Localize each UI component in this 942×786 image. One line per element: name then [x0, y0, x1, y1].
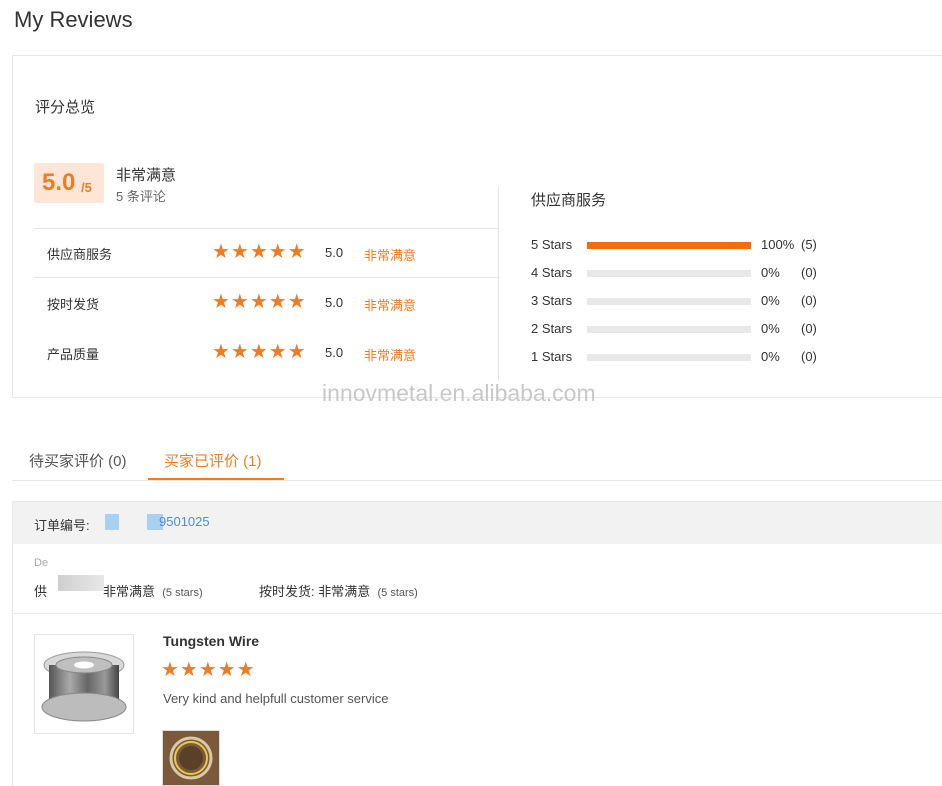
distribution-bar [587, 326, 751, 333]
order-number-link[interactable]: 9501025 [105, 514, 212, 530]
distribution-title: 供应商服务 [531, 192, 607, 209]
order-review-card: 订单编号: 9501025 De 供 非常满意 (5 stars) 按时发货: 非… [12, 501, 942, 786]
star-icon: ★★★★★ [212, 341, 307, 363]
shipping-rating: 按时发货: 非常满意 (5 stars) [259, 581, 418, 600]
distribution-percent: 0% [761, 265, 780, 280]
overall-score-label: 非常满意 [116, 167, 177, 184]
shipping-label: 按时发货: [259, 584, 315, 599]
distribution-row: 5 Stars 100% (5) [531, 236, 831, 254]
rating-score: 5.0 [325, 295, 344, 310]
distribution-percent: 0% [761, 321, 780, 336]
distribution-row: 2 Stars 0% (0) [531, 320, 831, 338]
distribution-count: (5) [801, 237, 817, 252]
distribution-row: 3 Stars 0% (0) [531, 292, 831, 310]
overall-score: 5.0 [42, 169, 76, 196]
overall-score-denominator: /5 [81, 180, 92, 195]
star-icon: ★★★★★ [212, 291, 307, 313]
distribution-bar [587, 298, 751, 305]
page-title: My Reviews [14, 7, 133, 32]
distribution-count: (0) [801, 265, 817, 280]
review-photo[interactable] [162, 730, 220, 786]
order-number: 9501025 [159, 514, 210, 529]
supplier-label: 供 [34, 584, 48, 599]
rating-desc: 非常满意 [364, 248, 417, 263]
overall-score-badge: 5.0 /5 [34, 163, 104, 203]
rating-score: 5.0 [325, 245, 344, 260]
order-number-label: 订单编号: [34, 518, 90, 533]
divider [34, 277, 499, 278]
distribution-bar [587, 270, 751, 277]
supplier-rating-value: 非常满意 [103, 584, 156, 599]
star-icon: ★★★★★ [161, 659, 256, 681]
rating-label: 产品质量 [47, 347, 100, 362]
rating-label: 按时发货 [47, 297, 100, 312]
order-header: 订单编号: 9501025 [13, 502, 942, 544]
summary-title: 评分总览 [35, 99, 96, 116]
supplier-rating-stars: (5 stars) [162, 587, 203, 599]
rating-row-product-quality: 产品质量 ★★★★★ 5.0 非常满意 [34, 341, 499, 365]
blurred-text [58, 575, 104, 591]
distribution-count: (0) [801, 321, 817, 336]
blurred-text: De [34, 557, 49, 569]
shipping-rating-stars: (5 stars) [377, 587, 418, 599]
distribution-label: 4 Stars [531, 265, 573, 280]
distribution-label: 2 Stars [531, 321, 573, 336]
watermark: innovmetal.en.alibaba.com [322, 380, 596, 406]
distribution-bar [587, 242, 751, 249]
rating-label: 供应商服务 [47, 247, 113, 262]
distribution-row: 1 Stars 0% (0) [531, 348, 831, 366]
coil-photo-icon [163, 731, 219, 785]
distribution-count: (0) [801, 349, 817, 364]
star-icon: ★★★★★ [212, 241, 307, 263]
rating-row-supplier-service: 供应商服务 ★★★★★ 5.0 非常满意 [34, 241, 499, 265]
distribution-bar [587, 354, 751, 361]
distribution-percent: 0% [761, 349, 780, 364]
shipping-rating-value: 非常满意 [318, 584, 371, 599]
rating-desc: 非常满意 [364, 348, 417, 363]
divider [34, 228, 499, 229]
review-count: 5 条评论 [116, 189, 166, 204]
distribution-row: 4 Stars 0% (0) [531, 264, 831, 282]
product-image[interactable] [34, 634, 134, 734]
review-text: Very kind and helpfull customer service [163, 691, 389, 706]
tab-pending-reviews[interactable]: 待买家评价 (0) [29, 450, 127, 471]
product-name[interactable]: Tungsten Wire [163, 633, 259, 649]
distribution-label: 3 Stars [531, 293, 573, 308]
tab-completed-reviews[interactable]: 买家已评价 (1) [164, 450, 262, 471]
rating-desc: 非常满意 [364, 298, 417, 313]
distribution-label: 5 Stars [531, 237, 573, 252]
distribution-label: 1 Stars [531, 349, 573, 364]
divider [13, 613, 942, 614]
rating-summary-panel: 评分总览 5.0 /5 非常满意 5 条评论 供应商服务 ★★★★★ 5.0 非… [12, 55, 942, 398]
rating-row-on-time-shipping: 按时发货 ★★★★★ 5.0 非常满意 [34, 291, 499, 315]
distribution-count: (0) [801, 293, 817, 308]
distribution-percent: 0% [761, 293, 780, 308]
rating-score: 5.0 [325, 345, 344, 360]
wire-spool-icon [41, 651, 127, 722]
active-tab-indicator [148, 478, 284, 480]
tabs-divider [12, 480, 942, 481]
distribution-percent: 100% [761, 237, 795, 252]
distribution-bar-fill [587, 242, 751, 249]
